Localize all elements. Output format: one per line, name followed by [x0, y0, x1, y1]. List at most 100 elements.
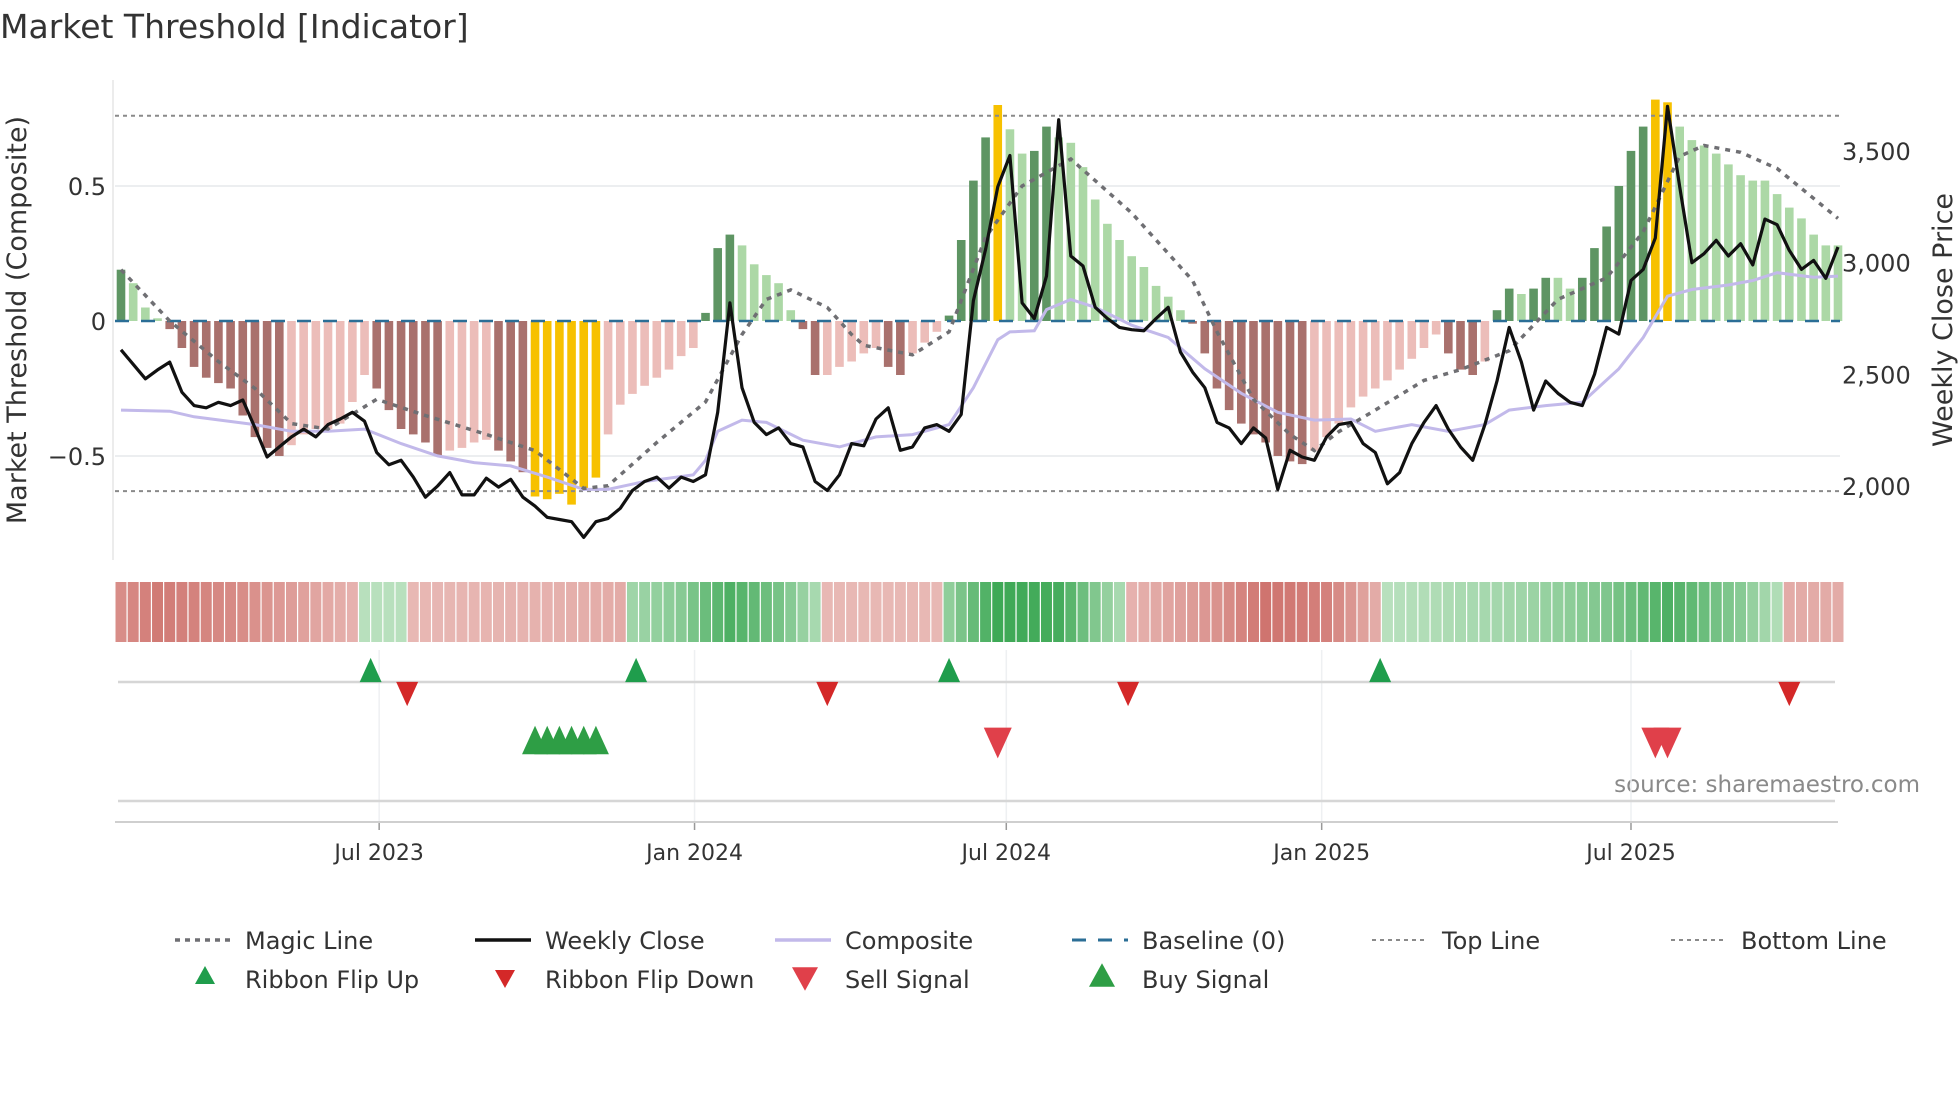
- composite-bar: [421, 321, 430, 443]
- ribbon-cell: [1735, 582, 1747, 642]
- ribbon-cell: [1272, 582, 1284, 642]
- ribbon-flip-up-marker: [938, 657, 961, 683]
- composite-bar: [1383, 321, 1392, 381]
- composite-bar: [542, 321, 552, 500]
- ribbon-cell: [1430, 582, 1442, 642]
- ribbon-cell: [371, 582, 383, 642]
- ribbon-cell: [1114, 582, 1126, 642]
- ribbon-cell: [675, 582, 687, 642]
- ribbon-cell: [225, 582, 237, 642]
- ribbon-cell: [310, 582, 322, 642]
- legend: Magic Line Weekly Close Composite Baseline …: [175, 927, 1887, 994]
- y2-axis-label: Weekly Close Price: [1928, 193, 1959, 447]
- ribbon-cell: [346, 582, 358, 642]
- ribbon-cell: [1759, 582, 1771, 642]
- y-tick-label: 0.5: [68, 173, 106, 201]
- composite-bar: [1529, 288, 1538, 321]
- ribbon-cell: [298, 582, 310, 642]
- ribbon-flip-down-marker: [816, 681, 839, 707]
- ribbon-flip-down-marker: [1117, 681, 1140, 707]
- composite-bar: [1517, 294, 1526, 321]
- market-threshold-chart: Market Threshold [Indicator] Market Thre…: [0, 7, 1959, 994]
- ribbon-cell: [1235, 582, 1247, 642]
- signals: [115, 650, 1838, 830]
- ribbon-cell: [1662, 582, 1674, 642]
- ribbon-cell: [505, 582, 517, 642]
- ribbon-cell: [1004, 582, 1016, 642]
- composite-bar: [530, 321, 540, 497]
- ribbon-cell: [237, 582, 249, 642]
- ribbon-cell: [1150, 582, 1162, 642]
- ribbon-cell: [176, 582, 188, 642]
- composite-bar: [1395, 321, 1404, 370]
- ribbon-cell: [1515, 582, 1527, 642]
- ribbon-cell: [821, 582, 833, 642]
- composite-bar: [1249, 321, 1258, 435]
- ribbon-cell: [334, 582, 346, 642]
- ribbon-cell: [115, 582, 127, 642]
- composite-bar: [1638, 126, 1648, 321]
- ribbon-cell: [444, 582, 456, 642]
- ribbon-cell: [967, 582, 979, 642]
- composite-bar: [1492, 310, 1502, 321]
- composite-bar: [676, 321, 686, 357]
- ribbon-cell: [1187, 582, 1199, 642]
- ribbon-cell: [1089, 582, 1101, 642]
- ribbon-cell: [590, 582, 602, 642]
- ribbon-flip-down-marker: [1778, 681, 1801, 707]
- ribbon-cell: [1455, 582, 1466, 642]
- x-tick-label: Jul 2023: [332, 841, 424, 866]
- ribbon-cell: [493, 582, 504, 642]
- ribbon-cell: [614, 582, 626, 642]
- ribbon-cell: [773, 582, 785, 642]
- composite-bar: [1358, 321, 1368, 397]
- ribbon-cell: [1260, 582, 1272, 642]
- composite-bar: [1821, 245, 1831, 321]
- composite-bar: [445, 321, 455, 451]
- ribbon-cell: [1528, 582, 1540, 642]
- ribbon-cell: [1345, 582, 1357, 642]
- ribbon-cell: [1795, 582, 1807, 642]
- composite-bar: [749, 264, 759, 321]
- composite-bar: [628, 321, 637, 394]
- ribbon-flip-up-marker: [1369, 657, 1392, 683]
- ribbon-cell: [1296, 582, 1308, 642]
- ribbon-cell: [1613, 582, 1625, 642]
- composite-bar: [1139, 267, 1149, 321]
- ribbon-cell: [858, 582, 870, 642]
- composite-bar: [603, 321, 613, 435]
- ribbon-cell: [1101, 582, 1113, 642]
- ribbon-cell: [1248, 582, 1259, 642]
- composite-bar: [701, 312, 710, 321]
- ribbon-cell: [1162, 582, 1174, 642]
- composite-bar: [847, 321, 856, 362]
- ribbon-cell: [748, 582, 760, 642]
- ribbon-cell: [395, 582, 407, 642]
- ribbon-cell: [1223, 582, 1235, 642]
- ribbon-cell: [529, 582, 541, 642]
- sell-signal-marker: [983, 727, 1012, 759]
- composite-bar: [275, 321, 284, 456]
- ribbon-cell: [1552, 582, 1564, 642]
- ribbon-cell: [407, 582, 419, 642]
- ribbon-cell: [1820, 582, 1832, 642]
- ribbon-cell: [480, 582, 492, 642]
- composite-bar: [1115, 240, 1124, 321]
- ribbon-cell: [212, 582, 224, 642]
- ribbon-cell: [1357, 582, 1369, 642]
- legend-sell-icon: [792, 967, 818, 991]
- ribbon-cell: [797, 582, 809, 642]
- legend-magic-label: Magic Line: [245, 927, 373, 955]
- x-tick-label: Jan 2024: [644, 841, 743, 866]
- ribbon-cell: [1040, 582, 1052, 642]
- ribbon-cell: [833, 582, 845, 642]
- ribbon-cell: [419, 582, 431, 642]
- composite-bar: [433, 321, 442, 456]
- composite-bar: [506, 321, 515, 462]
- legend-buy-label: Buy Signal: [1142, 966, 1269, 994]
- legend-top-label: Top Line: [1441, 927, 1540, 955]
- ribbon-cell: [870, 582, 882, 642]
- ribbon-cell: [687, 582, 699, 642]
- composite-bar: [1419, 321, 1429, 348]
- composite-bar: [774, 283, 783, 321]
